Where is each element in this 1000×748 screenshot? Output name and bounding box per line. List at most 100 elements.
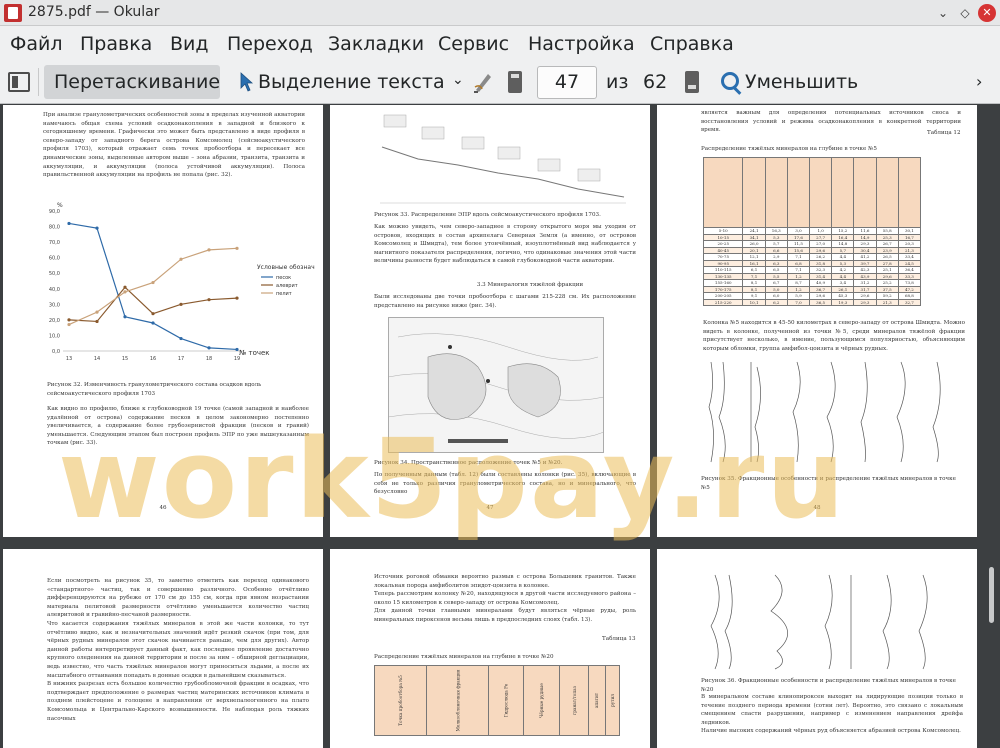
- annotate-pen-icon[interactable]: [472, 70, 494, 94]
- table-13-header-6: рутил: [609, 694, 615, 707]
- figure-36-caption: Рисунок 36. Фракционные особенности и ра…: [701, 678, 956, 693]
- chart-x-axis-label: № точек: [239, 349, 270, 357]
- page-46-body: Как видно по профилю, ближе к глубоковод…: [47, 406, 309, 447]
- cursor-arrow-icon[interactable]: [240, 72, 254, 92]
- toolbar-overflow-icon[interactable]: ›: [976, 72, 982, 91]
- close-button[interactable]: ✕: [978, 4, 996, 22]
- table-13-header-1: Мелкообломочная фракция: [454, 669, 460, 732]
- minimize-button[interactable]: ⌄: [934, 4, 952, 22]
- figure-35-caption: Рисунок 35. Фракционные особенности и ра…: [701, 476, 956, 491]
- chart-y-axis-label: %: [57, 202, 63, 209]
- table-13-header-0: Точка пробоотбора №5: [397, 675, 403, 726]
- chart-y-tick-label: 20,0: [49, 318, 60, 324]
- figure-32-caption: Рисунок 32. Изменчивость гранулометричес…: [47, 382, 262, 397]
- page-48-number: 48: [813, 505, 821, 511]
- table-13-header-5: апатит: [594, 692, 600, 709]
- okular-app-icon: [4, 4, 22, 22]
- page-total-label: 62: [643, 71, 668, 93]
- menu-bookmarks[interactable]: Закладки: [328, 33, 424, 55]
- chart-point: [179, 336, 183, 341]
- chart-point: [151, 321, 155, 325]
- chart-legend-entry: пелит: [276, 291, 292, 297]
- chart-y-tick-label: 30,0: [49, 302, 60, 308]
- chart-point: [151, 312, 155, 316]
- scrollbar-thumb[interactable]: [989, 567, 994, 623]
- chart-x-tick-label: 18: [206, 356, 212, 362]
- chart-y-tick-label: 60,0: [49, 256, 60, 262]
- page-of-label: из: [606, 71, 629, 93]
- chart-legend-entry: песок: [276, 275, 291, 281]
- page-48-intro: является важным для определения потенциа…: [701, 110, 961, 134]
- menu-bar: Файл Правка Вид Переход Закладки Сервис …: [0, 26, 1000, 60]
- chart-series-line-1: [68, 286, 238, 323]
- menu-file[interactable]: Файл: [10, 33, 63, 55]
- chart-point: [207, 248, 211, 252]
- browse-tool-button[interactable]: Перетаскивание: [44, 65, 220, 99]
- page-50-body: Источник роговой обманки вероятно размыв…: [374, 574, 636, 623]
- table-13-header-3: Чёрные рудные: [538, 683, 544, 718]
- sampling-map-figure: [388, 317, 604, 453]
- chart-y-tick-label: 80,0: [49, 225, 60, 231]
- chart-x-tick-label: 14: [94, 356, 100, 362]
- chart-point: [123, 315, 127, 319]
- chart-point: [235, 347, 239, 352]
- chart-point: [235, 296, 239, 300]
- column-5-profiles-figure: [708, 361, 941, 463]
- chart-point: [235, 246, 239, 250]
- chart-point: [123, 290, 127, 294]
- menu-help[interactable]: Справка: [650, 33, 734, 55]
- table-12-label: Таблица 12: [927, 130, 961, 136]
- pdf-page-48: является важным для определения потенциа…: [657, 105, 977, 537]
- chart-point: [95, 310, 99, 314]
- menu-view[interactable]: Вид: [170, 33, 209, 55]
- page-51-body: В минеральном составе клинопироксен выхо…: [701, 694, 963, 735]
- zoom-out-button[interactable]: Уменьшить: [745, 71, 858, 93]
- chart-y-tick-label: 90,0: [49, 209, 60, 215]
- chart-point: [95, 226, 99, 230]
- maximize-button[interactable]: ◇: [956, 4, 974, 22]
- page-49-body: Если посмотреть на рисунок 35, то заметн…: [47, 578, 309, 722]
- menu-edit[interactable]: Правка: [80, 33, 152, 55]
- sidebar-toggle-icon[interactable]: [8, 72, 30, 92]
- chart-x-tick-label: 16: [150, 356, 156, 362]
- epr-profile-figure: [380, 114, 626, 204]
- figure-34-caption: Рисунок 34. Пространственное расположени…: [374, 460, 563, 466]
- page-47-body-3: По полученным данным (табл. 12) были сос…: [374, 472, 636, 496]
- pdf-page-46: При анализе гранулометрических особеннос…: [3, 105, 323, 537]
- granulometry-line-chart: 0,0 10,0 20,0 30,0 40,0 50,0 60,0 70,0 80,0 90,0 1…: [49, 202, 315, 362]
- heavy-minerals-table-12: 5-10 24,1 16,3 3,0 1,0 15,2 11,6 55,8 30,1 10-15…: [702, 157, 922, 306]
- chart-point: [67, 322, 71, 327]
- zoom-out-icon[interactable]: [721, 72, 739, 90]
- main-toolbar: Перетаскивание Выделение текста ⌄ 47 из …: [0, 60, 1000, 104]
- chart-x-tick-label: 13: [66, 356, 72, 362]
- document-view[interactable]: При анализе гранулометрических особеннос…: [0, 105, 1000, 748]
- pdf-page-47: Рисунок 33. Распределение ЭПР вдоль сейс…: [330, 105, 650, 537]
- toolbar-separator: [38, 68, 39, 96]
- chart-x-tick-label: 17: [178, 356, 184, 362]
- column-20-profiles-figure: [710, 574, 928, 670]
- page-46-intro: При анализе гранулометрических особеннос…: [43, 112, 305, 179]
- title-bar: 2875.pdf — Okular ⌄ ◇ ✕: [0, 0, 1000, 26]
- table-12-title: Распределение тяжёлых минералов на глуби…: [701, 146, 877, 152]
- pdf-page-49: Если посмотреть на рисунок 35, то заметн…: [3, 549, 323, 748]
- menu-tools[interactable]: Сервис: [438, 33, 509, 55]
- page-48-body: Колонка №5 находится в 45-50 километрах …: [703, 320, 965, 352]
- chart-point: [179, 257, 183, 261]
- figure-33-caption: Рисунок 33. Распределение ЭПР вдоль сейс…: [374, 212, 601, 218]
- table-13-header-2: Гидрослюда Fe: [503, 683, 509, 718]
- next-page-icon[interactable]: [685, 71, 699, 93]
- previous-page-icon[interactable]: [508, 71, 522, 93]
- text-selection-tool-button[interactable]: Выделение текста: [258, 71, 445, 93]
- menu-settings[interactable]: Настройка: [528, 33, 635, 55]
- menu-go[interactable]: Переход: [227, 33, 313, 55]
- pdf-page-50: Источник роговой обманки вероятно размыв…: [330, 549, 650, 748]
- page-number-input[interactable]: 47: [537, 66, 597, 99]
- chart-y-tick-label: 10,0: [49, 333, 60, 339]
- vertical-scrollbar[interactable]: [983, 105, 1000, 748]
- chart-point: [67, 221, 71, 226]
- page-47-number: 47: [486, 505, 494, 511]
- chart-series-line-0: [68, 222, 238, 351]
- page-47-body-1: Как можно увидеть, чем северо-западнее в…: [374, 224, 636, 265]
- page-47-body-2: Были исследованы две точки пробоотбора с…: [374, 294, 636, 309]
- chevron-down-icon[interactable]: ⌄: [452, 72, 464, 88]
